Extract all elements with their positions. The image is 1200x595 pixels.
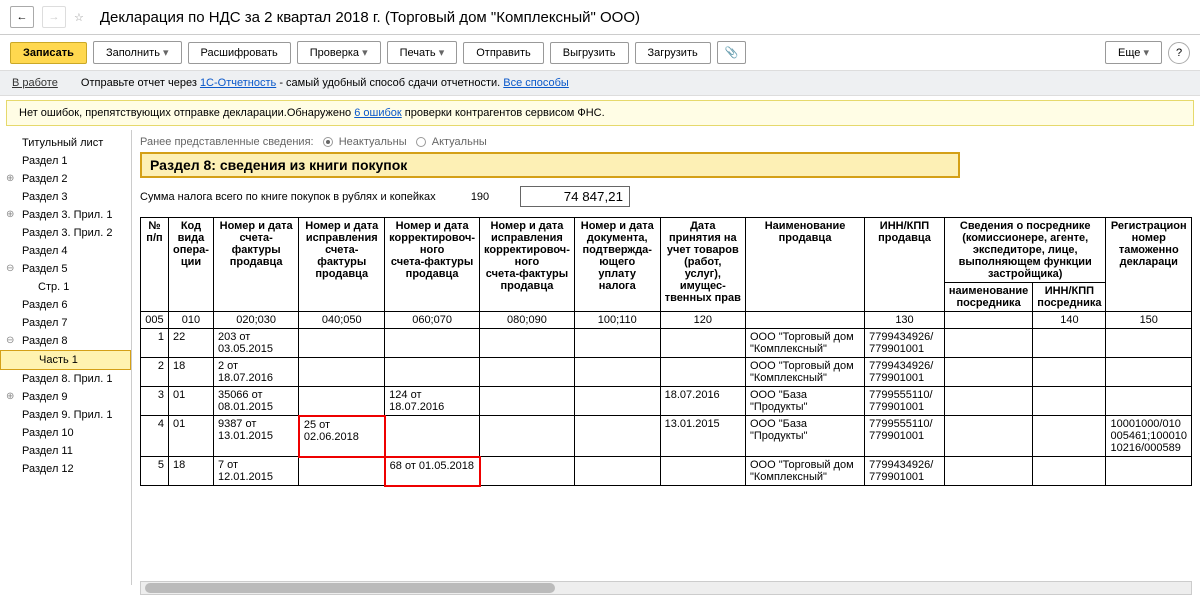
- sidebar-item[interactable]: Стр. 1: [0, 278, 131, 296]
- sidebar-item[interactable]: Часть 1: [0, 350, 131, 370]
- table-row[interactable]: 4019387 от13.01.201525 от 02.06.201813.0…: [141, 416, 1192, 457]
- section-title: Раздел 8: сведения из книги покупок: [140, 152, 960, 178]
- table-row[interactable]: 5187 от 12.01.201568 от 01.05.2018ООО "Т…: [141, 457, 1192, 486]
- titlebar: ← → ☆ Декларация по НДС за 2 квартал 201…: [0, 0, 1200, 35]
- download-button[interactable]: Загрузить: [635, 42, 711, 64]
- sidebar-item[interactable]: Раздел 9. Прил. 1: [0, 406, 131, 424]
- sidebar-item[interactable]: Раздел 9: [0, 388, 131, 406]
- sum-input[interactable]: [520, 186, 630, 207]
- more-button[interactable]: Еще: [1105, 41, 1162, 64]
- radio-irrelevant-label: Неактуальны: [339, 136, 407, 148]
- sidebar-item[interactable]: Раздел 11: [0, 442, 131, 460]
- warn-prefix: Нет ошибок, препятствующих отправке декл…: [19, 107, 354, 119]
- sidebar-item[interactable]: Раздел 8: [0, 332, 131, 350]
- table-row[interactable]: 30135066 от08.01.2015124 от 18.07.201618…: [141, 387, 1192, 416]
- sidebar-item[interactable]: Раздел 1: [0, 152, 131, 170]
- decrypt-button[interactable]: Расшифровать: [188, 42, 291, 64]
- table-row[interactable]: 2182 от 18.07.2016ООО "Торговый дом "Ком…: [141, 358, 1192, 387]
- reporting-link[interactable]: 1С-Отчетность: [200, 77, 276, 89]
- paperclip-icon: 📎: [725, 47, 739, 59]
- scrollbar-thumb[interactable]: [145, 583, 555, 593]
- all-methods-link[interactable]: Все способы: [503, 77, 569, 89]
- nav-back-button[interactable]: ←: [10, 6, 34, 28]
- sidebar-item[interactable]: Раздел 3: [0, 188, 131, 206]
- warning-bar: Нет ошибок, препятствующих отправке декл…: [6, 100, 1194, 126]
- sidebar-item[interactable]: Раздел 10: [0, 424, 131, 442]
- sidebar-item[interactable]: Раздел 2: [0, 170, 131, 188]
- window-title: Декларация по НДС за 2 квартал 2018 г. (…: [100, 9, 1190, 26]
- attach-button[interactable]: 📎: [717, 41, 747, 64]
- sum-row: Сумма налога всего по книге покупок в ру…: [140, 186, 1192, 207]
- radio-relevant[interactable]: [416, 137, 426, 147]
- radio-irrelevant[interactable]: [323, 137, 333, 147]
- check-button[interactable]: Проверка: [297, 41, 381, 64]
- sidebar-item[interactable]: Титульный лист: [0, 134, 131, 152]
- content-area: Ранее представленные сведения: Неактуаль…: [132, 130, 1200, 585]
- sum-label: Сумма налога всего по книге покупок в ру…: [140, 191, 440, 203]
- table-row[interactable]: 122203 от 03.05.2015ООО "Торговый дом "К…: [141, 329, 1192, 358]
- toolbar: Записать Заполнить Расшифровать Проверка…: [0, 35, 1200, 70]
- sum-code: 190: [450, 191, 510, 203]
- horizontal-scrollbar[interactable]: [140, 581, 1192, 595]
- in-work-label: В работе: [12, 77, 58, 89]
- sidebar-item[interactable]: Раздел 8. Прил. 1: [0, 370, 131, 388]
- data-table: №п/пКодвидаопера-цииНомер и датасчета-фа…: [140, 217, 1192, 487]
- print-button[interactable]: Печать: [387, 41, 458, 64]
- errors-link[interactable]: 6 ошибок: [354, 107, 402, 119]
- info-after: - самый удобный способ сдачи отчетности.: [279, 77, 503, 89]
- upload-button[interactable]: Выгрузить: [550, 42, 629, 64]
- nav-forward-button: →: [42, 6, 66, 28]
- write-button[interactable]: Записать: [10, 42, 87, 64]
- radio-relevant-label: Актуальны: [432, 136, 487, 148]
- info-text: Отправьте отчет через: [81, 77, 200, 89]
- warn-suffix: проверки контрагентов сервисом ФНС.: [405, 107, 605, 119]
- sidebar-item[interactable]: Раздел 12: [0, 460, 131, 478]
- previous-info: Ранее представленные сведения: Неактуаль…: [140, 134, 1192, 152]
- star-icon: ☆: [74, 11, 84, 24]
- help-button[interactable]: ?: [1168, 42, 1190, 64]
- sidebar: Титульный листРаздел 1Раздел 2Раздел 3Ра…: [0, 130, 132, 585]
- sidebar-item[interactable]: Раздел 7: [0, 314, 131, 332]
- sidebar-item[interactable]: Раздел 5: [0, 260, 131, 278]
- main-area: Титульный листРаздел 1Раздел 2Раздел 3Ра…: [0, 130, 1200, 585]
- prev-info-label: Ранее представленные сведения:: [140, 136, 314, 148]
- info-bar: В работе Отправьте отчет через 1С-Отчетн…: [0, 70, 1200, 96]
- sidebar-item[interactable]: Раздел 4: [0, 242, 131, 260]
- sidebar-item[interactable]: Раздел 3. Прил. 2: [0, 224, 131, 242]
- sidebar-item[interactable]: Раздел 3. Прил. 1: [0, 206, 131, 224]
- fill-button[interactable]: Заполнить: [93, 41, 182, 64]
- sidebar-item[interactable]: Раздел 6: [0, 296, 131, 314]
- send-button[interactable]: Отправить: [463, 42, 544, 64]
